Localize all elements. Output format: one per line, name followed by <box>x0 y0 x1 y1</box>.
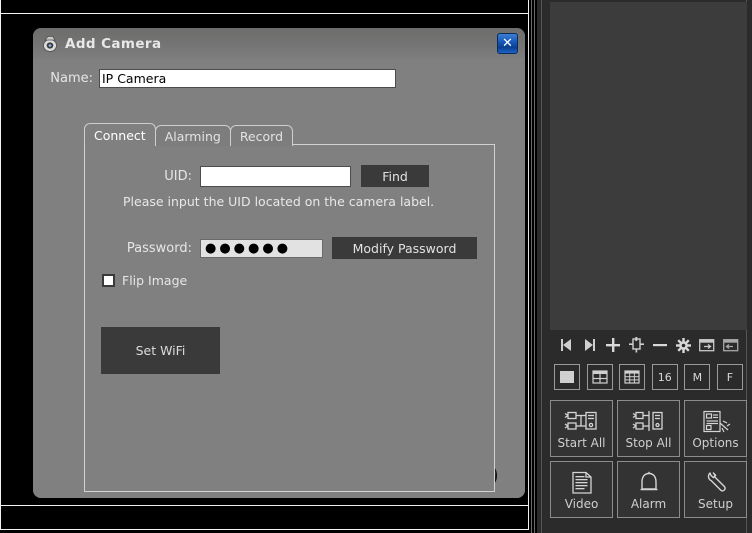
find-button[interactable]: Find <box>361 165 429 187</box>
add-camera-dialog: Add Camera ✕ Name: Connect Alarming Reco… <box>33 28 525 498</box>
dialog-titlebar[interactable]: Add Camera ✕ <box>33 28 525 59</box>
video-pane-top[interactable] <box>0 0 529 14</box>
video-button[interactable]: Video <box>550 461 613 518</box>
options-label: Options <box>692 436 739 450</box>
transport-toolbar <box>550 332 747 358</box>
gear-icon[interactable] <box>674 335 694 355</box>
name-input[interactable] <box>99 69 396 88</box>
export-window-icon[interactable] <box>697 335 717 355</box>
layout-single-icon[interactable] <box>554 364 580 390</box>
start-all-icon <box>564 409 600 435</box>
video-label: Video <box>564 497 599 511</box>
minus-icon[interactable] <box>650 335 670 355</box>
setup-button[interactable]: Setup <box>684 461 747 518</box>
alarm-bell-icon <box>636 470 662 496</box>
layout-m-label: M <box>692 370 703 384</box>
flip-image-label: Flip Image <box>122 273 188 288</box>
camera-preview-panel[interactable] <box>550 2 747 330</box>
start-all-label: Start All <box>557 436 606 450</box>
name-label: Name: <box>50 71 93 86</box>
sidebar: 16 M F Start All Stop All Options Video … <box>537 0 752 533</box>
layout-nine-icon[interactable] <box>619 364 646 390</box>
skip-next-icon[interactable] <box>580 335 600 355</box>
options-icon <box>701 409 731 435</box>
options-button[interactable]: Options <box>684 400 747 457</box>
start-all-button[interactable]: Start All <box>550 400 613 457</box>
modify-password-button[interactable]: Modify Password <box>332 237 477 259</box>
password-input[interactable] <box>200 238 323 258</box>
uid-hint-text: Please input the UID located on the came… <box>123 194 435 209</box>
layout-sixteen-label: 16 <box>657 370 672 384</box>
camera-icon <box>40 34 60 54</box>
layout-quad-icon[interactable] <box>586 364 613 390</box>
flip-image-checkbox-row[interactable]: Flip Image <box>102 273 187 288</box>
skip-previous-icon[interactable] <box>556 335 576 355</box>
sidebar-inner: 16 M F Start All Stop All Options Video … <box>541 0 747 533</box>
password-label: Password: <box>126 240 192 256</box>
layout-toolbar: 16 M F <box>550 362 747 392</box>
stop-all-label: Stop All <box>625 436 672 450</box>
uid-input[interactable] <box>200 165 351 187</box>
layout-f-label: F <box>726 370 734 384</box>
plus-icon[interactable] <box>603 335 623 355</box>
tab-connect-label: Connect <box>94 127 146 143</box>
video-icon <box>569 470 595 496</box>
set-wifi-button[interactable]: Set WiFi <box>101 327 220 374</box>
name-field-row: Name: <box>33 69 525 88</box>
tabstrip: Connect Alarming Record <box>84 123 294 146</box>
stop-all-icon <box>631 409 667 435</box>
tab-connect[interactable]: Connect <box>84 123 156 146</box>
panel-divider-1 <box>531 0 532 533</box>
uid-field-row: UID: Find <box>85 165 494 187</box>
layout-f-icon[interactable]: F <box>716 364 743 390</box>
alarm-label: Alarm <box>630 497 667 511</box>
tab-record[interactable]: Record <box>229 125 294 146</box>
dialog-title: Add Camera <box>65 35 162 52</box>
uid-label: UID: <box>164 168 192 184</box>
setup-label: Setup <box>698 497 733 511</box>
application-window: 16 M F Start All Stop All Options Video … <box>0 0 752 533</box>
dialog-body: Name: Connect Alarming Record UID: F <box>33 59 525 498</box>
tab-record-label: Record <box>239 128 284 144</box>
panel-divider-2 <box>534 0 535 533</box>
layout-m-icon[interactable]: M <box>684 364 711 390</box>
layout-sixteen-icon[interactable]: 16 <box>651 364 678 390</box>
import-window-icon[interactable] <box>721 335 741 355</box>
tab-alarming-label: Alarming <box>164 128 221 144</box>
password-field-row: Password: Modify Password <box>85 237 494 259</box>
command-button-grid: Start All Stop All Options Video Alarm S… <box>550 400 747 518</box>
flip-image-checkbox[interactable] <box>102 274 115 287</box>
wrench-icon <box>703 470 729 496</box>
close-icon[interactable]: ✕ <box>497 33 518 54</box>
connect-tab-panel: UID: Find Please input the UID located o… <box>84 144 495 492</box>
tab-alarming[interactable]: Alarming <box>154 125 231 146</box>
stop-all-button[interactable]: Stop All <box>617 400 680 457</box>
video-pane-bottom[interactable] <box>0 506 529 530</box>
add-device-icon[interactable] <box>627 335 647 355</box>
close-glyph: ✕ <box>502 36 513 51</box>
alarm-button[interactable]: Alarm <box>617 461 680 518</box>
